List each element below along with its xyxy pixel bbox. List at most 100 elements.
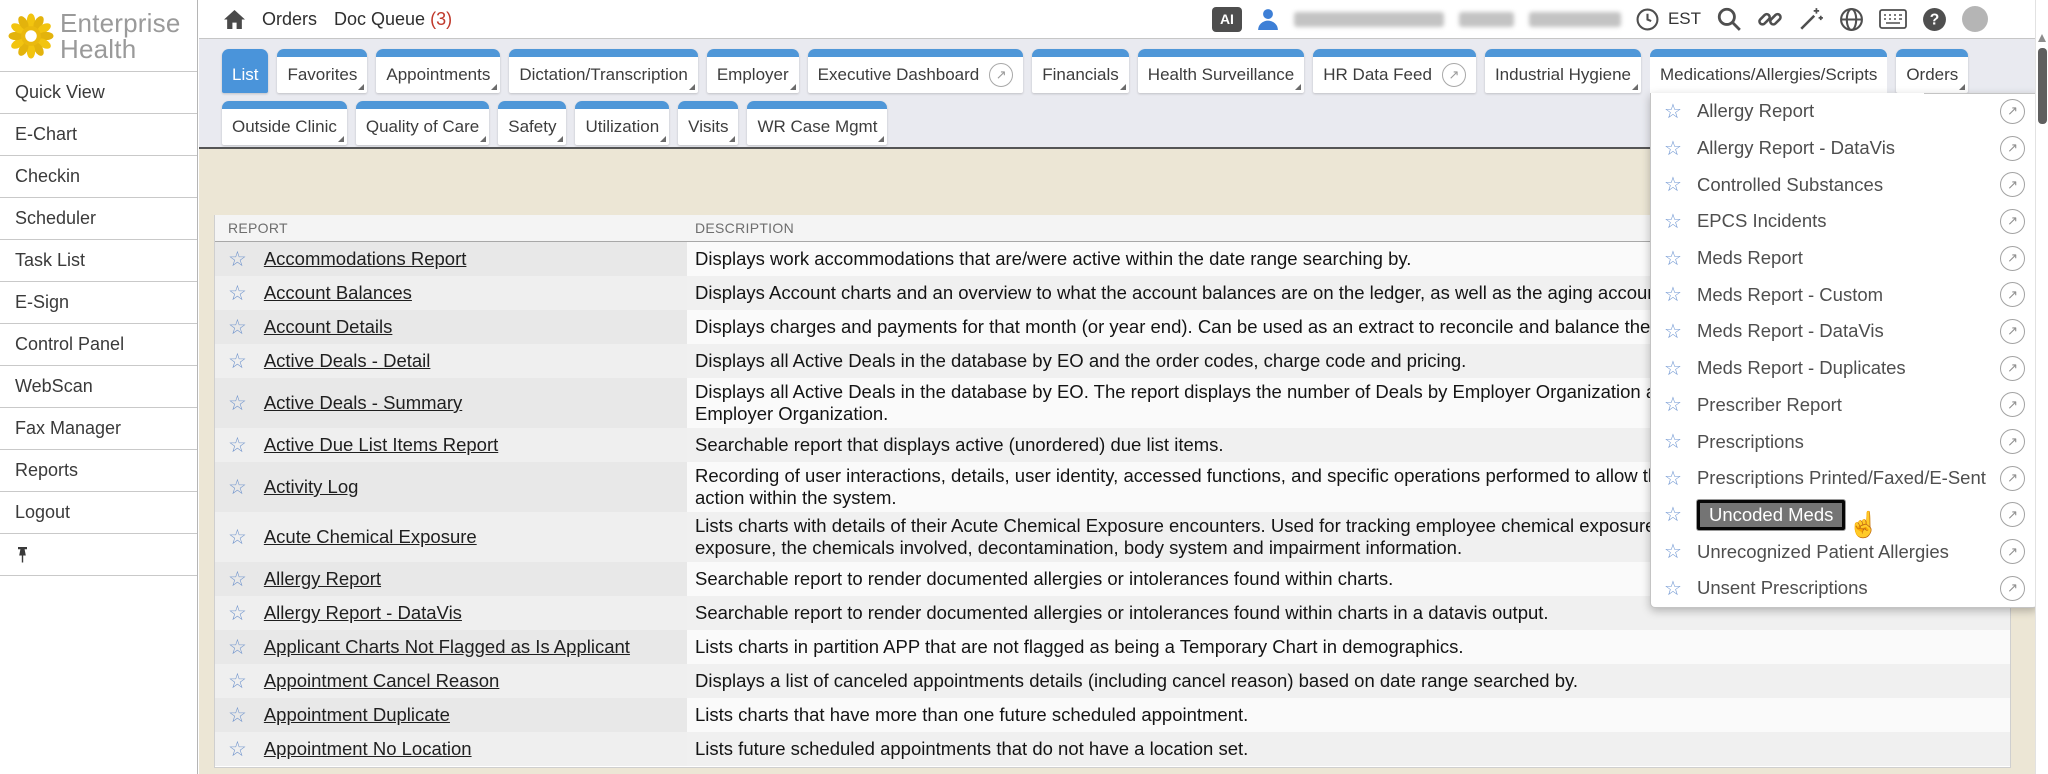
tab-employer[interactable]: Employer [707, 49, 799, 93]
favorite-star-icon[interactable]: ☆ [1664, 246, 1682, 271]
favorite-star-icon[interactable]: ☆ [228, 391, 247, 416]
favorite-star-icon[interactable]: ☆ [1664, 99, 1682, 124]
help-icon[interactable]: ? [1922, 7, 1947, 32]
favorite-star-icon[interactable]: ☆ [1664, 502, 1682, 527]
wand-icon[interactable] [1798, 6, 1824, 32]
menu-item-uncoded-meds[interactable]: ☆Uncoded Meds☝↗ [1651, 497, 2037, 534]
sidebar-item-control-panel[interactable]: Control Panel [0, 324, 197, 366]
ai-badge[interactable]: AI [1212, 7, 1242, 32]
open-in-new-icon[interactable]: ↗ [2000, 576, 2025, 601]
search-icon[interactable] [1716, 6, 1742, 32]
tab-executive-dashboard[interactable]: Executive Dashboard↗ [808, 49, 1024, 93]
favorite-star-icon[interactable]: ☆ [228, 567, 247, 592]
link-icon[interactable] [1757, 6, 1783, 32]
sidebar-item-e-chart[interactable]: E-Chart [0, 114, 197, 156]
tab-orders[interactable]: Orders [1896, 49, 1968, 93]
tab-appointments[interactable]: Appointments [376, 49, 500, 93]
tab-quality-of-care[interactable]: Quality of Care [356, 101, 489, 145]
open-in-new-icon[interactable]: ↗ [2000, 319, 2025, 344]
report-link-account-balances[interactable]: Account Balances [264, 282, 412, 304]
menu-item-prescriptions-printed-faxed-e-sent[interactable]: ☆Prescriptions Printed/Faxed/E-Sent↗ [1651, 460, 2037, 497]
report-link-applicant-charts-not-flagged-as-is-applicant[interactable]: Applicant Charts Not Flagged as Is Appli… [264, 636, 630, 658]
tab-medications-allergies-scripts[interactable]: Medications/Allergies/Scripts☆Allergy Re… [1650, 49, 1887, 93]
tab-visits[interactable]: Visits [678, 101, 738, 145]
tab-wr-case-mgmt[interactable]: WR Case Mgmt [747, 101, 887, 145]
menu-item-meds-report-datavis[interactable]: ☆Meds Report - DataVis↗ [1651, 313, 2037, 350]
tab-hr-data-feed[interactable]: HR Data Feed↗ [1313, 49, 1476, 93]
tab-industrial-hygiene[interactable]: Industrial Hygiene [1485, 49, 1641, 93]
open-in-new-icon[interactable]: ↗ [2000, 282, 2025, 307]
menu-item-meds-report[interactable]: ☆Meds Report↗ [1651, 240, 2037, 277]
favorite-star-icon[interactable]: ☆ [1664, 466, 1682, 491]
report-link-activity-log[interactable]: Activity Log [264, 476, 359, 498]
globe-icon[interactable] [1839, 7, 1864, 32]
favorite-star-icon[interactable]: ☆ [1664, 356, 1682, 381]
favorite-star-icon[interactable]: ☆ [228, 669, 247, 694]
sidebar-item-logout[interactable]: Logout [0, 492, 197, 534]
report-link-appointment-cancel-reason[interactable]: Appointment Cancel Reason [264, 670, 500, 692]
tab-financials[interactable]: Financials [1032, 49, 1129, 93]
sidebar-item-reports[interactable]: Reports [0, 450, 197, 492]
favorite-star-icon[interactable]: ☆ [1664, 136, 1682, 161]
vertical-scrollbar[interactable] [2035, 0, 2048, 774]
report-link-appointment-duplicate[interactable]: Appointment Duplicate [264, 704, 450, 726]
tab-favorites[interactable]: Favorites [277, 49, 367, 93]
scroll-up-arrow-icon[interactable] [2038, 34, 2046, 42]
favorite-star-icon[interactable]: ☆ [1664, 209, 1682, 234]
favorite-star-icon[interactable]: ☆ [1664, 172, 1682, 197]
breadcrumb-doc-queue[interactable]: Doc Queue [334, 9, 425, 30]
favorite-star-icon[interactable]: ☆ [1664, 539, 1682, 564]
sidebar-item-task-list[interactable]: Task List [0, 240, 197, 282]
external-link-icon[interactable]: ↗ [1442, 63, 1466, 87]
favorite-star-icon[interactable]: ☆ [228, 247, 247, 272]
report-link-accommodations-report[interactable]: Accommodations Report [264, 248, 467, 270]
tab-dictation-transcription[interactable]: Dictation/Transcription [509, 49, 698, 93]
open-in-new-icon[interactable]: ↗ [2000, 246, 2025, 271]
open-in-new-icon[interactable]: ↗ [2000, 539, 2025, 564]
menu-item-prescriptions[interactable]: ☆Prescriptions↗ [1651, 423, 2037, 460]
favorite-star-icon[interactable]: ☆ [228, 525, 247, 550]
tab-list[interactable]: List [222, 49, 268, 93]
favorite-star-icon[interactable]: ☆ [1664, 429, 1682, 454]
favorite-star-icon[interactable]: ☆ [228, 475, 247, 500]
sidebar-pin-button[interactable] [0, 534, 197, 576]
favorite-star-icon[interactable]: ☆ [228, 315, 247, 340]
favorite-star-icon[interactable]: ☆ [1664, 392, 1682, 417]
menu-item-unsent-prescriptions[interactable]: ☆Unsent Prescriptions↗ [1651, 570, 2037, 607]
open-in-new-icon[interactable]: ↗ [2000, 502, 2025, 527]
report-link-allergy-report-datavis[interactable]: Allergy Report - DataVis [264, 602, 462, 624]
favorite-star-icon[interactable]: ☆ [1664, 319, 1682, 344]
menu-item-prescriber-report[interactable]: ☆Prescriber Report↗ [1651, 387, 2037, 424]
menu-item-unrecognized-patient-allergies[interactable]: ☆Unrecognized Patient Allergies↗ [1651, 533, 2037, 570]
scrollbar-thumb[interactable] [2038, 48, 2047, 124]
favorite-star-icon[interactable]: ☆ [228, 703, 247, 728]
breadcrumb-orders[interactable]: Orders [262, 9, 317, 30]
home-icon[interactable] [224, 10, 245, 29]
open-in-new-icon[interactable]: ↗ [2000, 392, 2025, 417]
favorite-star-icon[interactable]: ☆ [228, 737, 247, 762]
clock-icon[interactable] [1636, 8, 1659, 31]
sidebar-item-fax-manager[interactable]: Fax Manager [0, 408, 197, 450]
app-logo[interactable]: Enterprise Health [0, 0, 197, 72]
sidebar-item-webscan[interactable]: WebScan [0, 366, 197, 408]
report-link-allergy-report[interactable]: Allergy Report [264, 568, 381, 590]
favorite-star-icon[interactable]: ☆ [228, 349, 247, 374]
open-in-new-icon[interactable]: ↗ [2000, 429, 2025, 454]
report-link-active-deals-summary[interactable]: Active Deals - Summary [264, 392, 462, 414]
open-in-new-icon[interactable]: ↗ [2000, 136, 2025, 161]
open-in-new-icon[interactable]: ↗ [2000, 172, 2025, 197]
menu-item-epcs-incidents[interactable]: ☆EPCS Incidents↗ [1651, 203, 2037, 240]
report-link-account-details[interactable]: Account Details [264, 316, 393, 338]
sidebar-item-checkin[interactable]: Checkin [0, 156, 197, 198]
open-in-new-icon[interactable]: ↗ [2000, 99, 2025, 124]
report-link-acute-chemical-exposure[interactable]: Acute Chemical Exposure [264, 526, 477, 548]
user-icon[interactable] [1257, 8, 1279, 30]
favorite-star-icon[interactable]: ☆ [1664, 576, 1682, 601]
menu-item-allergy-report[interactable]: ☆Allergy Report↗ [1651, 93, 2037, 130]
favorite-star-icon[interactable]: ☆ [1664, 282, 1682, 307]
favorite-star-icon[interactable]: ☆ [228, 635, 247, 660]
menu-item-meds-report-duplicates[interactable]: ☆Meds Report - Duplicates↗ [1651, 350, 2037, 387]
favorite-star-icon[interactable]: ☆ [228, 601, 247, 626]
sidebar-item-quick-view[interactable]: Quick View [0, 72, 197, 114]
menu-item-meds-report-custom[interactable]: ☆Meds Report - Custom↗ [1651, 276, 2037, 313]
